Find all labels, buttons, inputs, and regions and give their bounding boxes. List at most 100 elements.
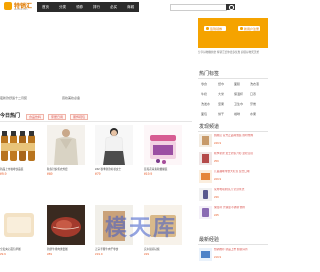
hot-tag-link[interactable]: 面膜 <box>234 82 240 86</box>
site-logo[interactable]: 特销汇 tevuhui.com <box>4 1 32 13</box>
search-input[interactable] <box>170 4 227 11</box>
find-price: ¥49.9 <box>214 141 221 145</box>
product-card[interactable]: 秋冬针织毛衣外套 ¥69 <box>47 125 85 176</box>
find-item[interactable]: 儿童趣味零食大礼包 混合口味 ¥29.9 <box>199 170 267 184</box>
product-price: ¥89 <box>47 252 53 256</box>
find-item[interactable]: 家用电动剃须刀 全身水洗 ¥39 <box>199 188 267 202</box>
logo-subtitle: tevuhui.com <box>14 8 28 11</box>
find-title[interactable]: 家用电动剃须刀 全身水洗 <box>214 188 267 192</box>
latest-item[interactable]: 热销推荐 新品上市 超值好价 ¥19.9 <box>199 248 267 262</box>
find-price: ¥59 <box>214 159 219 163</box>
nav-item-home[interactable]: 首页 <box>37 5 54 10</box>
find-thumbnail[interactable] <box>199 206 212 219</box>
nav-item-mall[interactable]: 商城 <box>122 5 139 10</box>
product-title[interactable]: 实木厨房砧板 <box>144 247 182 251</box>
product-price: ¥9.9 <box>0 252 6 256</box>
checkin-button-label: 签到领券 <box>210 26 223 31</box>
find-thumbnail[interactable] <box>199 152 212 165</box>
nav-item-category[interactable]: 分类 <box>54 5 71 10</box>
find-item[interactable]: 秋季新款 女士针织开衫 宽松百搭 ¥59 <box>199 152 267 166</box>
hot-tag-link[interactable]: 卫生巾 <box>234 102 243 106</box>
find-price: ¥39 <box>214 195 219 199</box>
find-item[interactable]: 保温杯 大容量不锈钢 便携 ¥45 <box>199 206 267 220</box>
hot-tag-link[interactable]: 水果 <box>250 112 256 116</box>
product-image[interactable] <box>47 125 85 165</box>
find-thumbnail[interactable] <box>199 170 212 183</box>
hot-tag-link[interactable]: 大米 <box>218 92 224 96</box>
hot-tag[interactable]: 家居日用 <box>48 114 67 120</box>
hot-tag-link[interactable]: 保温杯 <box>234 92 243 96</box>
hot-tag-link[interactable]: 纸巾 <box>218 82 224 86</box>
find-thumbnail[interactable] <box>199 134 212 147</box>
banner-caption-left[interactable]: 夜新款舒适十二月装 <box>0 96 27 100</box>
product-title[interactable]: 正宗手撕牛肉干零食 <box>95 247 133 251</box>
find-item[interactable]: 旗舰店 官方正品特惠装 限时抢购 ¥49.9 <box>199 134 267 148</box>
product-card[interactable]: ZZZ 秋季新款衬衫女士 ¥79 <box>95 125 133 176</box>
register-button[interactable]: 新用户注册 <box>238 26 260 31</box>
section-title-hot: 今日热门 <box>0 113 21 119</box>
product-title[interactable]: 新鲜牛排肉类套餐 <box>47 247 85 251</box>
find-price: ¥29.9 <box>214 177 221 181</box>
hot-tag-link[interactable]: 口罩 <box>250 92 256 96</box>
banner-caption-right[interactable]: 眉妆美妆必备 <box>62 96 80 100</box>
hot-tag-link[interactable]: 牙膏 <box>250 102 256 106</box>
latest-item-price: ¥19.9 <box>214 255 221 259</box>
hot-tag[interactable]: 服饰鞋包 <box>70 114 89 120</box>
coupon-icon <box>206 27 209 30</box>
product-image[interactable] <box>47 205 85 245</box>
find-title[interactable]: 保温杯 大容量不锈钢 便携 <box>214 206 267 210</box>
hot-tag-link[interactable]: 坚果 <box>218 102 224 106</box>
sidebar-divider <box>198 244 268 245</box>
hot-tag-link[interactable]: 洗衣液 <box>250 82 259 86</box>
hot-tag-link[interactable]: 面包 <box>201 112 207 116</box>
top-bar: 特销汇 tevuhui.com 首页 分类 领券 排行 必买 商城 <box>0 0 268 14</box>
product-title[interactable]: 全麦夹心面包早餐 <box>0 247 38 251</box>
main-nav: 首页 分类 领券 排行 必买 商城 <box>37 2 139 12</box>
product-card[interactable]: 蓝莓花青素软糖罐装 ¥19.9 <box>144 125 182 176</box>
latest-item-title[interactable]: 热销推荐 新品上市 超值好价 <box>214 248 267 252</box>
watermark: 模天库 <box>105 216 178 241</box>
latest-thumbnail[interactable] <box>199 248 212 261</box>
hot-tags-title: 热门标签 <box>199 71 220 77</box>
product-price: ¥19.9 <box>144 172 153 176</box>
checkin-button[interactable]: 签到领券 <box>204 26 226 31</box>
register-button-label: 新用户注册 <box>244 26 260 31</box>
product-image[interactable] <box>0 205 38 245</box>
hot-tag-link[interactable]: 牛奶 <box>201 92 207 96</box>
search-icon[interactable] <box>226 4 235 10</box>
find-title[interactable]: 秋季新款 女士针织开衫 宽松百搭 <box>214 152 267 156</box>
product-price: ¥29 <box>144 252 150 256</box>
hot-tag[interactable]: 食品饮料 <box>26 114 45 120</box>
user-icon <box>240 27 243 30</box>
product-card[interactable]: 新鲜牛排肉类套餐 ¥89 <box>47 205 85 256</box>
product-card[interactable]: 全麦夹心面包早餐 ¥9.9 <box>0 205 38 256</box>
hot-tag-link[interactable]: 洗发水 <box>201 102 210 106</box>
nav-item-coupons[interactable]: 领券 <box>71 5 88 10</box>
logo-icon <box>4 2 12 10</box>
latest-title: 最新经验 <box>199 237 220 243</box>
product-image[interactable] <box>0 125 38 165</box>
nav-item-ranking[interactable]: 排行 <box>88 5 105 10</box>
sidebar-promo: 签到领券 新用户注册 <box>198 18 268 48</box>
product-title[interactable]: 蓝莓花青素软糖罐装 <box>144 167 182 171</box>
find-title[interactable]: 儿童趣味零食大礼包 混合口味 <box>214 170 267 174</box>
hot-tag-link[interactable]: 饼干 <box>218 112 224 116</box>
promo-note: 分享好物赚佣金 特销汇给你更多优惠 超值好物天天抢 <box>198 51 260 54</box>
product-image[interactable] <box>95 125 133 165</box>
product-price: ¥9.9 <box>0 172 7 176</box>
finds-title: 发现频道 <box>199 124 220 130</box>
product-price: ¥19.9 <box>95 252 103 256</box>
nav-item-must-buy[interactable]: 必买 <box>105 5 122 10</box>
product-title[interactable]: 秋冬针织毛衣外套 <box>47 167 85 171</box>
product-price: ¥69 <box>47 172 53 176</box>
hot-tag-list: 食品饮料 家居日用 服饰鞋包 <box>26 114 89 120</box>
hot-tag-link[interactable]: 咖啡 <box>234 112 240 116</box>
product-title[interactable]: ZZZ 秋季新款衬衫女士 <box>95 167 133 171</box>
sidebar-divider <box>198 131 268 132</box>
find-title[interactable]: 旗舰店 官方正品特惠装 限时抢购 <box>214 134 267 138</box>
find-thumbnail[interactable] <box>199 188 212 201</box>
hot-tag-link[interactable]: 零食 <box>201 82 207 86</box>
product-card[interactable]: 新品上市咖啡饮品装 ¥9.9 <box>0 125 38 176</box>
product-image[interactable] <box>144 125 182 165</box>
product-title[interactable]: 新品上市咖啡饮品装 <box>0 167 38 171</box>
